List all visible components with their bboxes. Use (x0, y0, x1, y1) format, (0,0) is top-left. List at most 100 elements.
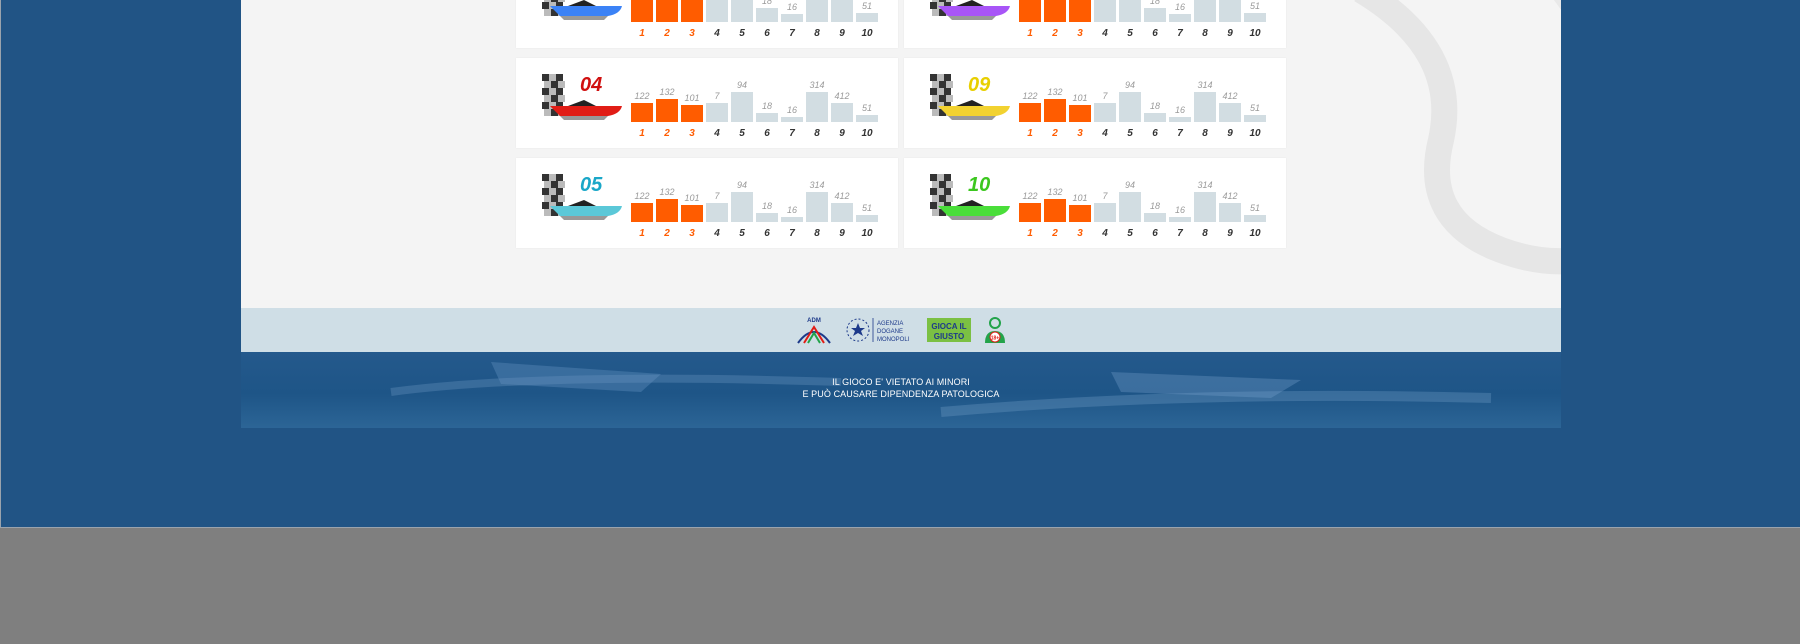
warning-line-2: E PUÒ CAUSARE DIPENDENZA PATOLOGICA (802, 389, 1000, 399)
bar-value-label: 412 (1222, 91, 1238, 101)
bar-value-label: 314 (1197, 80, 1213, 90)
position-bar (1194, 192, 1216, 222)
position-bar (1244, 13, 1266, 22)
finish-position-label: 10 (861, 28, 873, 39)
position-bar (656, 199, 678, 222)
position-bar (1069, 205, 1091, 222)
position-bar (731, 192, 753, 222)
position-bar (656, 0, 678, 22)
position-bar (1244, 115, 1266, 122)
position-bar (1069, 105, 1091, 122)
boat-result-card: 04 122 1 132 2 101 3 7 4 94 5 18 6 16 7 314 8 412 9 51 10 (516, 58, 898, 148)
position-bar (756, 213, 778, 222)
position-bar (1144, 213, 1166, 222)
finish-position-label: 6 (764, 128, 770, 139)
position-bar (1044, 0, 1066, 22)
bar-value-label: 51 (1249, 103, 1260, 113)
finish-position-label: 2 (664, 28, 670, 39)
legal-footer: IL GIOCO E' VIETATO AI MINORI E PUÒ CAUS… (241, 352, 1561, 428)
finish-position-label: 7 (1177, 128, 1183, 139)
finish-position-label: 5 (739, 128, 745, 139)
finish-position-label: 7 (1177, 228, 1183, 239)
finish-position-label: 1 (1027, 228, 1033, 239)
finish-position-label: 2 (664, 128, 670, 139)
position-bar (731, 92, 753, 122)
racing-boat-icon (542, 0, 622, 20)
boat-result-card: 1 2 3 4 5 18 6 16 7 8 9 51 10 (516, 0, 898, 48)
bar-value-label: 412 (1222, 191, 1238, 201)
position-frequency-chart: 122 1 132 2 101 3 7 4 94 5 18 6 16 7 314 8 412 9 51 10 (1019, 58, 1269, 148)
finish-position-label: 4 (714, 228, 720, 239)
finish-position-label: 9 (1227, 228, 1233, 239)
bar-value-label: 51 (861, 1, 872, 11)
finish-position-label: 10 (1249, 28, 1261, 39)
boat-number: 05 (580, 174, 603, 196)
position-bar (706, 103, 728, 122)
gioca-line-1: GIOCA IL (931, 322, 966, 331)
results-panel: 1 2 3 4 5 18 6 16 7 8 9 51 10 1 2 3 4 5 18 6 16 7 8 9 51 10 04 122 1… (241, 0, 1561, 308)
bar-value-label: 94 (736, 180, 747, 190)
position-bar (681, 0, 703, 22)
finish-position-label: 3 (1077, 228, 1083, 239)
position-bar (781, 217, 803, 222)
agenzia-dogane-monopoli-logo: AGENZIA DOGANE MONOPOLI (846, 318, 910, 343)
position-bar (681, 105, 703, 122)
gioca-il-giusto-logo: GIOCA IL GIUSTO (927, 318, 971, 342)
finish-position-label: 2 (1052, 28, 1058, 39)
position-bar (631, 0, 653, 22)
finish-position-label: 2 (1052, 128, 1058, 139)
finish-position-label: 4 (1102, 228, 1108, 239)
bar-value-label: 94 (1124, 180, 1135, 190)
position-bar (706, 203, 728, 222)
adm-logo: ADM (797, 318, 831, 344)
boat-result-card: 10 122 1 132 2 101 3 7 4 94 5 18 6 16 7 314 8 412 9 51 10 (904, 158, 1286, 248)
bar-value-label: 7 (1102, 191, 1108, 201)
finish-position-label: 6 (764, 28, 770, 39)
bar-value-label: 412 (834, 191, 850, 201)
minors-gambling-warning: IL GIOCO E' VIETATO AI MINORI E PUÒ CAUS… (241, 376, 1561, 400)
position-bar (1019, 103, 1041, 122)
boat-result-card: 1 2 3 4 5 18 6 16 7 8 9 51 10 (904, 0, 1286, 48)
finish-position-label: 6 (1152, 28, 1158, 39)
position-bar (1219, 0, 1241, 22)
position-bar (806, 192, 828, 222)
finish-position-label: 8 (814, 28, 820, 39)
finish-position-label: 3 (689, 228, 695, 239)
position-bar (1169, 117, 1191, 122)
position-bar (1119, 192, 1141, 222)
position-bar (1069, 0, 1091, 22)
finish-position-label: 3 (689, 128, 695, 139)
bar-value-label: 16 (1174, 2, 1185, 12)
position-bar (1144, 8, 1166, 22)
position-bar (781, 117, 803, 122)
position-bar (1119, 92, 1141, 122)
bar-value-label: 51 (1249, 1, 1260, 11)
bar-value-label: 7 (714, 191, 720, 201)
page-background: 1 2 3 4 5 18 6 16 7 8 9 51 10 1 2 3 4 5 18 6 16 7 8 9 51 10 04 122 1… (0, 0, 1800, 528)
bar-value-label: 94 (1124, 80, 1135, 90)
position-bar (1169, 217, 1191, 222)
boat-result-card: 09 122 1 132 2 101 3 7 4 94 5 18 6 16 7 314 8 412 9 51 10 (904, 58, 1286, 148)
boat-number: 09 (968, 74, 991, 96)
finish-position-label: 7 (789, 128, 795, 139)
position-bar (1169, 14, 1191, 22)
position-bar (631, 203, 653, 222)
finish-position-label: 3 (689, 28, 695, 39)
finish-position-label: 3 (1077, 128, 1083, 139)
position-bar (1094, 203, 1116, 222)
finish-position-label: 1 (639, 128, 645, 139)
finish-position-label: 7 (789, 28, 795, 39)
finish-position-label: 4 (1102, 28, 1108, 39)
position-bar (1194, 0, 1216, 22)
finish-position-label: 6 (1152, 128, 1158, 139)
finish-position-label: 5 (1127, 28, 1133, 39)
finish-position-label: 2 (1052, 228, 1058, 239)
position-bar (631, 103, 653, 122)
position-bar (781, 14, 803, 22)
position-bar (656, 99, 678, 122)
position-bar (856, 215, 878, 222)
boat-number: 10 (968, 174, 991, 196)
bar-value-label: 16 (1174, 105, 1185, 115)
position-bar (1144, 113, 1166, 122)
finish-position-label: 9 (1227, 128, 1233, 139)
